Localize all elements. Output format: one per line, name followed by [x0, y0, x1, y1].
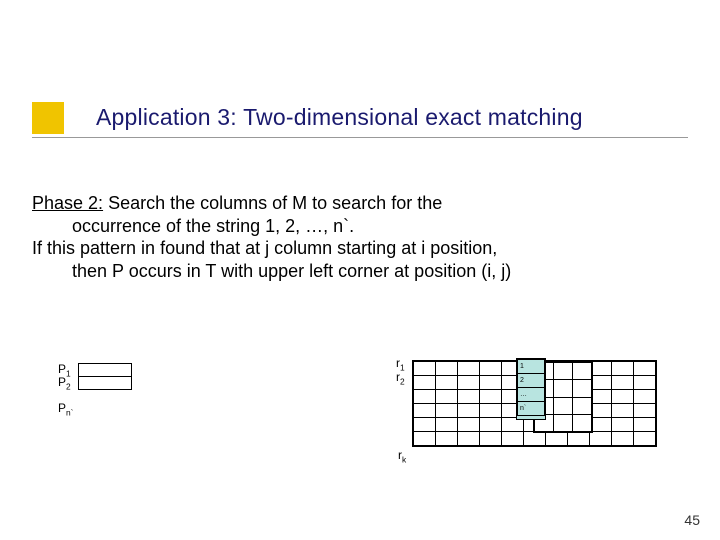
- rk-label: rk: [398, 448, 406, 464]
- highlight-column: 1 2 … n`: [516, 358, 546, 420]
- body-line-3: If this pattern in found that at j colum…: [32, 237, 672, 260]
- body-line-4: then P occurs in T with upper left corne…: [32, 260, 672, 283]
- r2-label: r2: [396, 370, 405, 386]
- hi-cell-3: …: [518, 388, 545, 402]
- slide-title: Application 3: Two-dimensional exact mat…: [96, 104, 696, 131]
- body-line-1-rest: Search the columns of M to search for th…: [103, 193, 442, 213]
- title-underline: [32, 137, 688, 138]
- p-box-2: [78, 376, 132, 390]
- pn-label: Pn`: [58, 401, 73, 417]
- hi-cell-4: n`: [518, 402, 545, 416]
- phase-label: Phase 2:: [32, 193, 103, 213]
- title-wrap: Application 3: Two-dimensional exact mat…: [96, 104, 696, 131]
- p-box-1: [78, 363, 132, 377]
- page-number: 45: [684, 512, 700, 528]
- hi-cell-1: 1: [518, 360, 545, 374]
- accent-block: [32, 102, 64, 134]
- hi-cell-2: 2: [518, 374, 545, 388]
- body-line-1: Phase 2: Search the columns of M to sear…: [32, 192, 672, 215]
- body-line-2: occurrence of the string 1, 2, …, n`.: [32, 215, 672, 238]
- p2-label: P2: [58, 375, 71, 391]
- body-text: Phase 2: Search the columns of M to sear…: [32, 192, 672, 282]
